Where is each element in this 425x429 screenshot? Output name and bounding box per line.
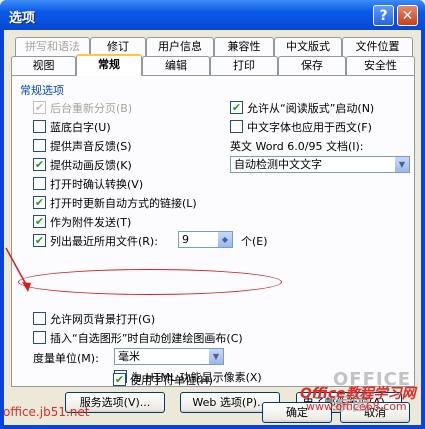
brand-url-watermark: www.office68.com bbox=[306, 400, 407, 413]
option-label: 打开时确认转换(V) bbox=[50, 177, 144, 191]
tab-user-info[interactable]: 用户信息 bbox=[146, 37, 214, 56]
option-background-repagination[interactable]: ✔ 后台重新分页(B) bbox=[33, 100, 132, 115]
checkbox-icon[interactable] bbox=[33, 120, 46, 133]
option-sound-feedback[interactable]: 提供声音反馈(S) bbox=[33, 138, 132, 153]
option-update-links[interactable]: ✔ 打开时更新自动方式的链接(L) bbox=[33, 195, 197, 210]
checkbox-icon[interactable] bbox=[33, 312, 46, 325]
option-label: 中文字体也应用于西文(F) bbox=[247, 120, 372, 134]
checkbox-icon[interactable]: ✔ bbox=[33, 158, 46, 171]
option-label: 后台重新分页(B) bbox=[50, 101, 133, 115]
option-label: 打开时更新自动方式的链接(L) bbox=[50, 196, 197, 210]
option-reading-layout[interactable]: ✔ 允许从“阅读版式”启动(N) bbox=[230, 100, 374, 115]
tab-chinese-layout[interactable]: 中文版式 bbox=[274, 37, 342, 56]
window-title: 选项 bbox=[9, 11, 36, 26]
tab-compatibility[interactable]: 兼容性 bbox=[214, 37, 274, 56]
tab-security[interactable]: 安全性 bbox=[346, 56, 415, 75]
option-auto-drawing-canvas[interactable]: 插入“自选图形”时自动创建绘图画布(C) bbox=[33, 330, 243, 345]
tab-general[interactable]: 常规 bbox=[76, 54, 142, 76]
checkbox-icon[interactable]: ✔ bbox=[33, 101, 46, 114]
spinner-value: 9 bbox=[182, 233, 189, 246]
select-value: 毫米 bbox=[118, 350, 140, 363]
option-blue-background[interactable]: 蓝底白字(U) bbox=[33, 119, 111, 134]
help-button[interactable]: ? bbox=[373, 5, 394, 26]
help-icon: ? bbox=[379, 7, 388, 24]
chevron-down-icon[interactable]: ▼ bbox=[394, 157, 409, 172]
option-label: 列出最近所用文件(R): bbox=[50, 234, 158, 248]
general-panel: 常规选项 ✔ 后台重新分页(B) 蓝底白字(U) 提供声音反馈(S) ✔ 提供动… bbox=[11, 75, 415, 387]
option-chinese-font-for-western[interactable]: 中文字体也应用于西文(F) bbox=[230, 119, 372, 134]
word6-label: 英文 Word 6.0/95 文档(I): bbox=[230, 140, 364, 153]
dialog-body: 拼写和语法 修订 用户信息 兼容性 中文版式 文件位置 视图 常规 编辑 打印 … bbox=[4, 30, 421, 425]
select-value: 自动检测中文文字 bbox=[234, 158, 322, 171]
tab-print[interactable]: 打印 bbox=[210, 56, 278, 75]
checkbox-icon[interactable] bbox=[33, 177, 46, 190]
option-label: 蓝底白字(U) bbox=[50, 120, 111, 134]
option-label: 使用字符单位(H) bbox=[130, 373, 213, 387]
option-char-units[interactable]: ✔ 使用字符单位(H) bbox=[113, 372, 213, 387]
checkbox-icon[interactable]: ✔ bbox=[113, 373, 126, 386]
checkbox-icon[interactable] bbox=[33, 139, 46, 152]
left-watermark: office.jb51.net bbox=[3, 405, 90, 419]
close-icon: ✕ bbox=[401, 7, 414, 24]
tab-save[interactable]: 保存 bbox=[278, 56, 346, 75]
option-animation-feedback[interactable]: ✔ 提供动画反馈(K) bbox=[33, 157, 132, 172]
option-allow-background-open[interactable]: 允许网页背景打开(G) bbox=[33, 311, 155, 326]
title-bar: 选项 ? ✕ bbox=[0, 0, 425, 30]
recent-files-count-spinner[interactable]: 9 ◆ bbox=[178, 231, 233, 248]
section-title: 常规选项 bbox=[20, 84, 64, 97]
chevron-down-icon[interactable]: ▼ bbox=[208, 349, 223, 364]
option-send-as-attachment[interactable]: ✔ 作为附件发送(T) bbox=[33, 214, 131, 229]
recent-files-unit: 个(E) bbox=[241, 235, 268, 248]
option-label: 插入“自选图形”时自动创建绘图画布(C) bbox=[50, 331, 243, 345]
measure-label: 度量单位(M): bbox=[33, 352, 99, 365]
tab-edit[interactable]: 编辑 bbox=[142, 56, 210, 75]
option-recent-files[interactable]: ✔ 列出最近所用文件(R): bbox=[33, 233, 158, 248]
option-label: 提供声音反馈(S) bbox=[50, 139, 132, 153]
options-dialog: 选项 ? ✕ 拼写和语法 修订 用户信息 兼容性 中文版式 文件位置 视图 常规… bbox=[0, 0, 425, 429]
checkbox-icon[interactable] bbox=[33, 331, 46, 344]
option-label: 允许从“阅读版式”启动(N) bbox=[247, 101, 375, 115]
option-confirm-conversion[interactable]: 打开时确认转换(V) bbox=[33, 176, 143, 191]
option-label: 提供动画反馈(K) bbox=[50, 158, 132, 172]
spinner-arrows-icon[interactable]: ◆ bbox=[217, 232, 232, 247]
word6-select[interactable]: 自动检测中文文字 ▼ bbox=[230, 156, 410, 173]
tab-file-locations[interactable]: 文件位置 bbox=[342, 37, 413, 56]
tab-view[interactable]: 视图 bbox=[11, 56, 76, 75]
checkbox-icon[interactable]: ✔ bbox=[230, 101, 243, 114]
option-label: 允许网页背景打开(G) bbox=[50, 312, 156, 326]
annotation-arrow-icon bbox=[5, 247, 31, 292]
option-label: 作为附件发送(T) bbox=[50, 215, 132, 229]
close-button[interactable]: ✕ bbox=[397, 5, 418, 26]
checkbox-icon[interactable]: ✔ bbox=[33, 196, 46, 209]
measure-unit-select[interactable]: 毫米 ▼ bbox=[114, 348, 224, 365]
checkbox-icon[interactable]: ✔ bbox=[33, 215, 46, 228]
highlight-ellipse bbox=[18, 269, 282, 295]
checkbox-icon[interactable] bbox=[230, 120, 243, 133]
